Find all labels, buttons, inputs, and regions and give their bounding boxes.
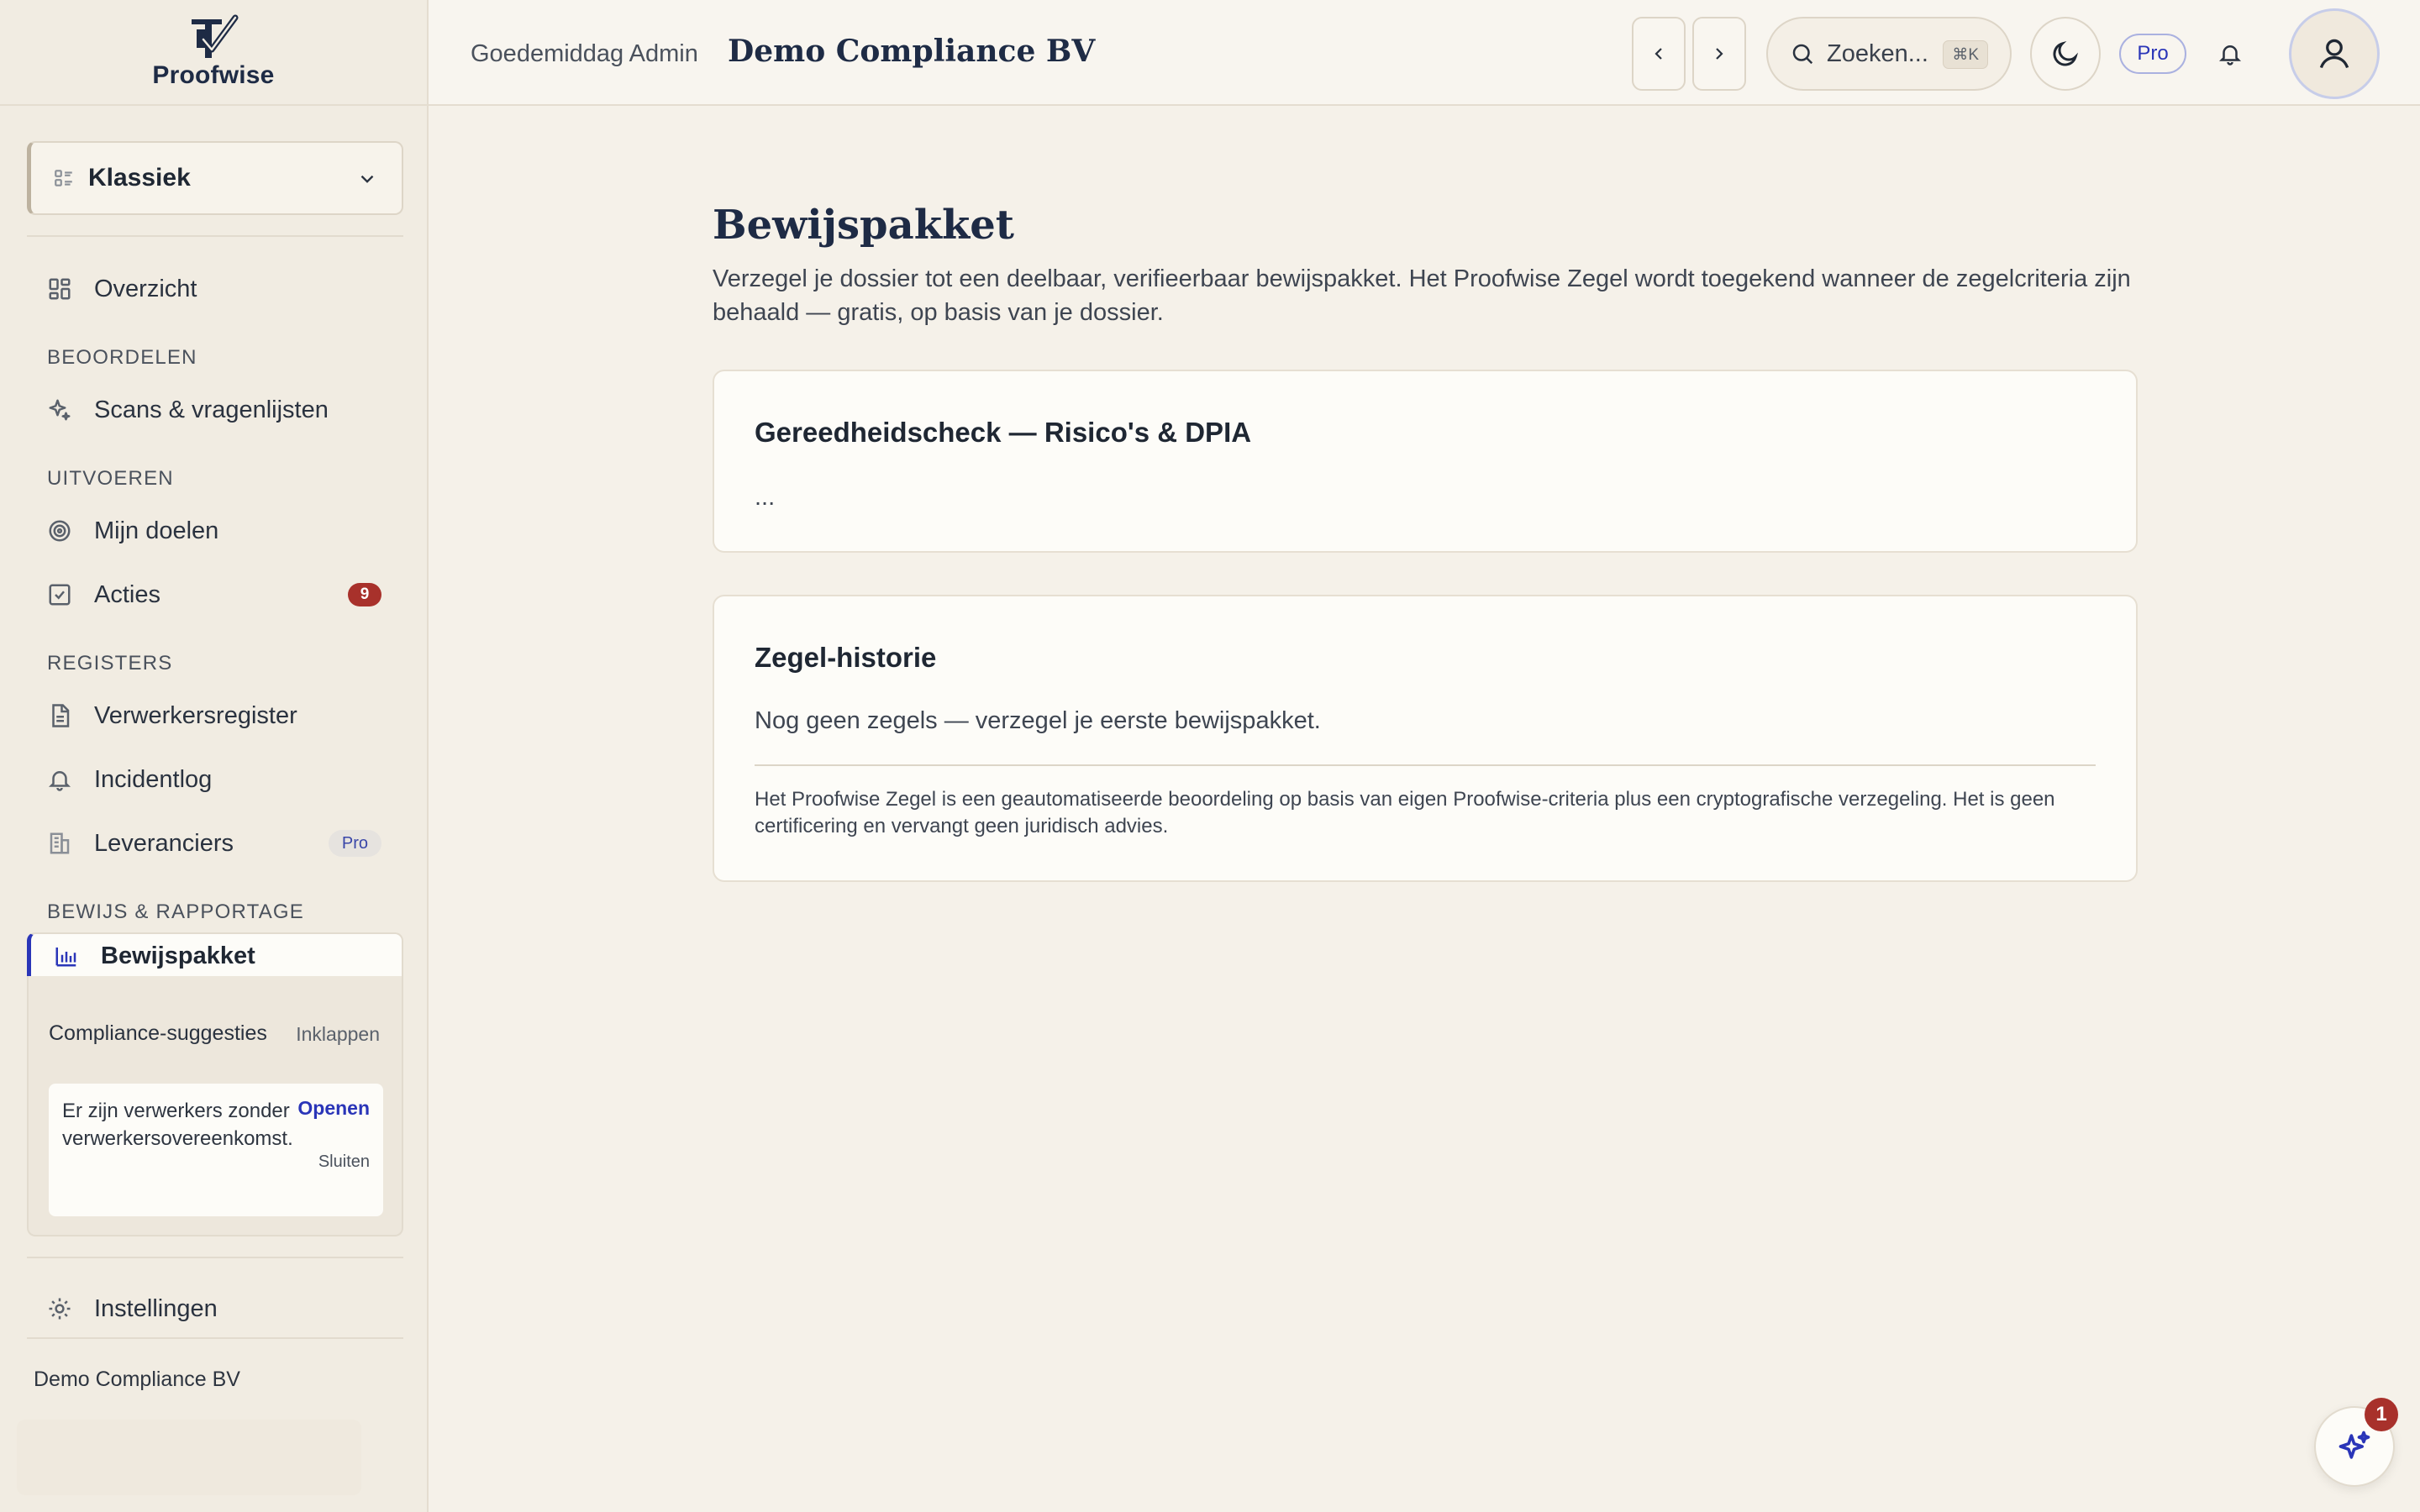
card-title: Zegel-historie [755,642,937,673]
sidebar-divider [27,1337,403,1339]
sidebar-item-scans[interactable]: Scans & vragenlijsten [27,383,403,437]
search-shortcut: ⌘K [1943,40,1988,69]
sidebar-item-label: Instellingen [94,1294,218,1322]
sidebar-item-label: Leveranciers [94,829,234,857]
pro-plan-badge[interactable]: Pro [2119,34,2186,74]
dark-mode-toggle[interactable] [2030,17,2101,91]
sidebar-item-incident-log[interactable]: Incidentlog [27,753,403,806]
card-divider [755,764,2096,766]
sidebar: Proofwise Klassiek Overzicht BEOORDELEN … [0,0,429,1512]
seal-disclaimer: Het Proofwise Zegel is een geautomatisee… [755,788,2055,837]
sidebar-divider [27,235,403,237]
target-icon [47,518,72,543]
open-suggestion-link[interactable]: Openen [297,1097,370,1120]
sparkles-icon [47,397,72,423]
actions-count-badge: 9 [348,583,381,606]
sidebar-item-processor-register[interactable]: Verwerkersregister [27,689,403,743]
suggestion-text: Er zijn verwerkers zonder verwerkersover… [62,1100,293,1150]
section-heading-evidence: BEWIJS & RAPPORTAGE [47,900,304,923]
notifications-button[interactable] [2210,34,2250,74]
sidebar-item-evidence-package[interactable]: Bewijspakket [27,932,403,979]
card-title: Gereedheidscheck — Risico's & DPIA [755,417,1252,448]
sidebar-item-label: Scans & vragenlijsten [94,396,329,423]
dashboard-grid-icon [47,276,72,302]
readiness-check-card: Gereedheidscheck — Risico's & DPIA ... [713,370,2138,553]
organization-name: Demo Compliance BV [34,1368,240,1391]
building-icon [47,831,72,856]
chevron-left-icon [1655,48,1662,60]
document-icon [47,703,72,728]
card-body: ... [755,484,776,511]
sidebar-item-actions[interactable]: Acties 9 [27,568,403,622]
view-selector-value: Klassiek [88,164,191,192]
page-title: Bewijspakket [713,202,1014,249]
bar-chart-icon [54,943,79,969]
assistant-notification-badge: 1 [2365,1398,2398,1431]
user-avatar-button[interactable] [2289,8,2380,99]
sidebar-item-label: Mijn doelen [94,517,219,544]
suggestions-title: Compliance-suggesties [49,1021,267,1045]
list-layout-icon [55,170,72,186]
proofwise-logo-icon [192,14,239,58]
seal-history-card: Zegel-historie Nog geen zegels — verzege… [713,595,2138,882]
dismiss-suggestion-button[interactable]: Sluiten [318,1152,370,1172]
sidebar-item-label: Overzicht [94,275,197,302]
checkbox-icon [47,582,72,607]
sidebar-item-goals[interactable]: Mijn doelen [27,504,403,558]
sidebar-item-suppliers[interactable]: Leveranciers Pro [27,816,403,870]
back-button[interactable] [1632,17,1686,91]
forward-button[interactable] [1692,17,1746,91]
search-input[interactable]: Zoeken... ⌘K [1766,17,2012,91]
view-selector[interactable]: Klassiek [27,141,403,215]
sidebar-item-settings[interactable]: Instellingen [27,1282,403,1336]
chevron-right-icon [1716,48,1723,60]
moon-icon [2053,40,2079,66]
company-name: Demo Compliance BV [728,34,1096,69]
sidebar-item-label: Bewijspakket [101,942,255,969]
top-bar: Goedemiddag Admin Demo Compliance BV Zoe… [429,0,2420,106]
compliance-suggestions-panel: Compliance-suggesties Inklappen Er zijn … [27,976,403,1236]
sidebar-footer-area [17,1420,361,1495]
page-description: Verzegel je dossier tot een deelbaar, ve… [713,265,2131,326]
user-icon [2319,39,2349,69]
collapse-suggestions-button[interactable]: Inklappen [296,1023,380,1046]
sparkles-icon [2338,1431,2370,1459]
empty-state-text: Nog geen zegels — verzegel je eerste bew… [755,707,1321,734]
section-heading-registers: REGISTERS [47,652,173,675]
sidebar-item-overview[interactable]: Overzicht [27,262,403,316]
sidebar-item-label: Verwerkersregister [94,701,297,729]
sidebar-item-label: Acties [94,580,160,608]
brand-logo[interactable]: Proofwise [0,0,427,106]
suggestion-card: Er zijn verwerkers zonder verwerkersover… [49,1084,383,1216]
pro-badge: Pro [328,830,381,857]
sidebar-item-label: Incidentlog [94,765,213,793]
section-heading-beoordelen: BEOORDELEN [47,346,197,369]
search-placeholder: Zoeken... [1827,39,1928,67]
sidebar-divider [27,1257,403,1258]
brand-name: Proofwise [152,61,275,89]
search-icon [1792,44,1813,65]
bell-icon [47,767,72,792]
greeting: Goedemiddag Admin [471,40,698,67]
gear-icon [47,1296,72,1321]
bell-icon [2218,45,2242,66]
section-heading-uitvoeren: UITVOEREN [47,467,174,490]
chevron-down-icon [360,175,374,183]
